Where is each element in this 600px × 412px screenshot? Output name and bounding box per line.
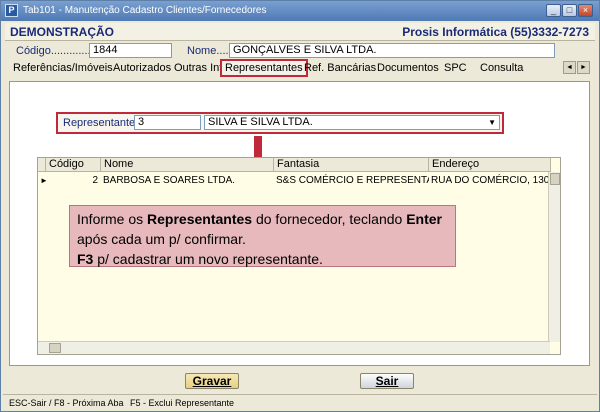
status-shortcuts-right: F5 - Exclui Representante	[130, 398, 235, 408]
callout-bold-enter: Enter	[406, 211, 442, 227]
tab-referencias-imoveis[interactable]: Referências/Imóveis	[13, 62, 113, 74]
company-header: DEMONSTRAÇÃO Prosis Informática (55)3332…	[5, 23, 595, 41]
cell-codigo[interactable]: 2	[46, 173, 101, 188]
horizontal-scrollbar[interactable]	[38, 341, 550, 354]
column-header-endereco[interactable]: Endereço	[429, 158, 551, 172]
maximize-button[interactable]: □	[562, 4, 577, 17]
scroll-thumb[interactable]	[550, 173, 560, 185]
window-title: Tab101 - Manutenção Cadastro Clientes/Fo…	[23, 5, 267, 16]
tab-consulta[interactable]: Consulta	[480, 62, 523, 74]
callout-text: p/ cadastrar um novo representante.	[93, 251, 323, 267]
status-bar: ESC-Sair / F8 - Próxima Aba F5 - Exclui …	[3, 394, 597, 411]
tab-ref-bancarias[interactable]: Ref. Bancárias	[304, 62, 376, 74]
minimize-button[interactable]: _	[546, 4, 561, 17]
representative-name-value: SILVA E SILVA LTDA.	[208, 116, 313, 128]
name-field[interactable]: GONÇALVES E SILVA LTDA.	[229, 43, 555, 58]
cell-nome[interactable]: BARBOSA E SOARES LTDA.	[101, 173, 274, 188]
exit-button[interactable]: Sair	[360, 373, 414, 389]
column-header-fantasia[interactable]: Fantasia	[274, 158, 429, 172]
code-field[interactable]: 1844	[89, 43, 172, 58]
column-header-codigo[interactable]: Código	[46, 158, 101, 172]
chevron-down-icon[interactable]: ▼	[488, 116, 496, 129]
cell-fantasia[interactable]: S&S COMÉRCIO E REPRESENTA	[274, 173, 429, 188]
callout-text: Informe os	[77, 211, 148, 227]
status-shortcuts-left: ESC-Sair / F8 - Próxima Aba	[9, 398, 124, 408]
representative-name-select[interactable]: SILVA E SILVA LTDA. ▼	[204, 115, 500, 130]
cell-endereco[interactable]: RUA DO COMÉRCIO, 130	[429, 173, 551, 188]
main-window: P Tab101 - Manutenção Cadastro Clientes/…	[0, 0, 600, 412]
vendor-info: Prosis Informática (55)3332-7273	[402, 25, 589, 39]
tab-autorizados[interactable]: Autorizados	[113, 62, 171, 74]
tab-documentos[interactable]: Documentos	[377, 62, 439, 74]
help-callout: Informe os Representantes do fornecedor,…	[69, 205, 456, 267]
tab-outras-inf[interactable]: Outras Inf.	[174, 62, 225, 74]
app-icon: P	[5, 4, 18, 17]
representative-code-field[interactable]: 3	[134, 115, 201, 130]
title-bar[interactable]: P Tab101 - Manutenção Cadastro Clientes/…	[1, 1, 599, 21]
close-button[interactable]: ×	[578, 4, 593, 17]
column-header-nome[interactable]: Nome	[101, 158, 274, 172]
row-indicator-header	[38, 158, 46, 172]
code-label: Código...............:	[16, 45, 100, 57]
vertical-scrollbar[interactable]	[548, 172, 560, 342]
representative-label: Representante:	[63, 117, 139, 129]
company-name: DEMONSTRAÇÃO	[10, 25, 114, 39]
tab-next-icon[interactable]: ►	[577, 61, 590, 74]
name-label: Nome.....:	[187, 45, 235, 57]
current-row-icon: ►	[38, 173, 46, 188]
save-button[interactable]: Gravar	[185, 373, 239, 389]
callout-bold-representantes: Representantes	[147, 211, 253, 227]
h-scroll-thumb[interactable]	[49, 343, 61, 353]
representative-selector: Representante: 3 SILVA E SILVA LTDA. ▼	[56, 112, 504, 134]
callout-line-2: após cada um p/ confirmar.	[77, 231, 246, 247]
tab-prev-icon[interactable]: ◄	[563, 61, 576, 74]
callout-text: do fornecedor, teclando	[252, 211, 407, 227]
tab-spc[interactable]: SPC	[444, 62, 467, 74]
tab-representantes[interactable]: Representantes	[220, 59, 308, 77]
callout-bold-f3: F3	[77, 251, 94, 267]
